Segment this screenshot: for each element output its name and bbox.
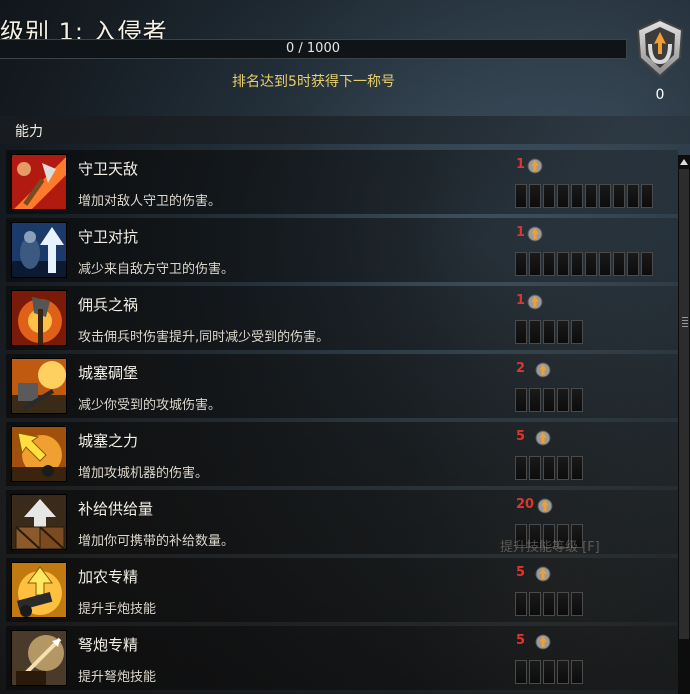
ability-description: 提升弩炮技能 <box>78 670 157 685</box>
rank-slots <box>515 184 655 208</box>
scrollbar-thumb[interactable] <box>679 169 689 639</box>
xp-progress-bar: 0 / 1000 <box>0 39 627 59</box>
ability-point-icon <box>535 362 551 378</box>
ability-description: 增加你可携带的补给数量。 <box>78 534 235 549</box>
ability-point-icon <box>527 226 543 242</box>
scrollbar-grip-icon <box>682 317 688 327</box>
ability-point-icon <box>535 566 551 582</box>
ability-list: 守卫天敌 增加对敌人守卫的伤害。 1 守卫对抗 减少来自敌方守卫的伤害。 1 佣… <box>0 150 678 694</box>
ability-description: 增加攻城机器的伤害。 <box>78 466 209 481</box>
ability-cost: 5 <box>516 429 526 444</box>
ability-point-icon <box>535 634 551 650</box>
ability-row[interactable]: 城塞碉堡 减少你受到的攻城伤害。 2 <box>6 354 678 418</box>
ability-name: 补给供给量 <box>78 500 154 518</box>
ability-cost: 5 <box>516 565 526 580</box>
ability-point-icon <box>527 294 543 310</box>
rank-message: 排名达到5时获得下一称号 <box>232 74 395 90</box>
rank-slots <box>515 660 585 684</box>
ability-description: 提升手炮技能 <box>78 602 157 617</box>
supply-crate-icon <box>11 494 67 550</box>
siege-arrow-icon <box>11 426 67 482</box>
rank-slots <box>515 320 585 344</box>
ability-cost: 1 <box>516 225 526 240</box>
world-ability-points-emblem-icon <box>634 18 686 80</box>
ability-row[interactable]: 守卫天敌 增加对敌人守卫的伤害。 1 <box>6 150 678 214</box>
ability-cost: 20 <box>516 497 535 512</box>
ability-name: 守卫对抗 <box>78 228 139 246</box>
ability-name: 弩炮专精 <box>78 636 139 654</box>
scroll-up-arrow-icon[interactable] <box>680 159 688 165</box>
rank-slots <box>515 456 585 480</box>
ability-name: 佣兵之祸 <box>78 296 139 314</box>
rank-slots <box>515 592 585 616</box>
ability-point-icon <box>527 158 543 174</box>
ability-cost: 1 <box>516 293 526 308</box>
axe-fire-icon <box>11 290 67 346</box>
skill-upgrade-hint: 提升技能等级 [F] <box>500 540 600 555</box>
ability-row[interactable]: 佣兵之祸 攻击佣兵时伤害提升,同时减少受到的伤害。 1 <box>6 286 678 350</box>
ability-name: 城塞之力 <box>78 432 139 450</box>
rank-slots <box>515 252 655 276</box>
siege-fortress-icon <box>11 358 67 414</box>
ability-name: 城塞碉堡 <box>78 364 139 382</box>
ability-point-icon <box>537 498 553 514</box>
ability-description: 增加对敌人守卫的伤害。 <box>78 194 222 209</box>
cannon-icon <box>11 562 67 618</box>
ability-cost: 1 <box>516 157 526 172</box>
armored-guard-arrow-icon <box>11 222 67 278</box>
ability-cost: 2 <box>516 361 526 376</box>
ability-cost: 5 <box>516 633 526 648</box>
ability-name: 加农专精 <box>78 568 139 586</box>
ability-list-scrollbar[interactable] <box>678 155 690 694</box>
section-title: 能力 <box>15 124 43 140</box>
ability-row[interactable]: 弩炮专精 提升弩炮技能 5 <box>6 626 678 690</box>
ability-point-icon <box>535 430 551 446</box>
ability-row[interactable]: 加农专精 提升手炮技能 5 <box>6 558 678 622</box>
ability-row[interactable]: 守卫对抗 减少来自敌方守卫的伤害。 1 <box>6 218 678 282</box>
xp-progress-text: 0 / 1000 <box>286 41 340 56</box>
ability-description: 攻击佣兵时伤害提升,同时减少受到的伤害。 <box>78 330 330 345</box>
abilities-section-header: 能力 <box>0 116 690 144</box>
axe-slash-icon <box>11 154 67 210</box>
rank-slots <box>515 388 585 412</box>
ability-name: 守卫天敌 <box>78 160 139 178</box>
ability-row[interactable]: 城塞之力 增加攻城机器的伤害。 5 <box>6 422 678 486</box>
ability-description: 减少你受到的攻城伤害。 <box>78 398 222 413</box>
ability-description: 减少来自敌方守卫的伤害。 <box>78 262 235 277</box>
ballista-icon <box>11 630 67 686</box>
ability-points-count: 0 <box>655 87 665 103</box>
